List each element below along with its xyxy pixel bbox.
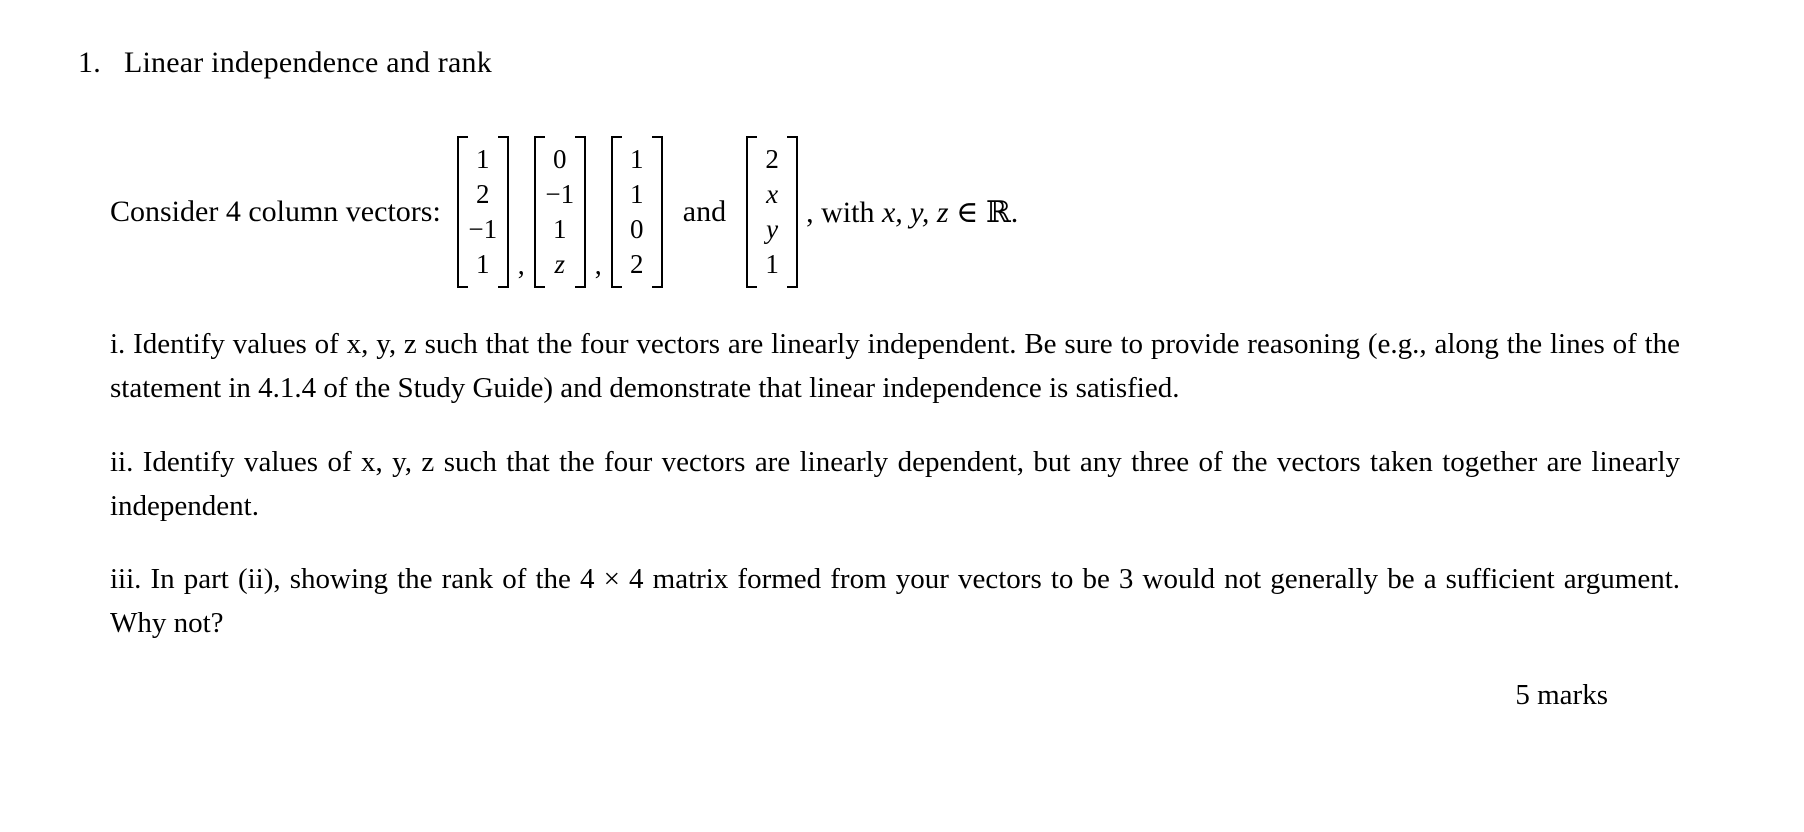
subpart-list: i. Identify values of x, y, z such that … <box>78 322 1704 644</box>
consider-lead-text: Consider 4 column vectors: <box>110 195 441 229</box>
vector-1-entry-2: 2 <box>476 179 490 210</box>
question-number: 1. <box>78 46 101 79</box>
vector-list: 1 2 −1 1 , 0 −1 1 z , 1 1 0 2 and 2 x y … <box>455 136 1018 289</box>
vector-3-entry-4: 2 <box>630 249 644 280</box>
question-title: Linear independence and rank <box>124 46 492 79</box>
tail-membership-symbol: ∈ <box>948 195 986 229</box>
vector-4: 2 x y 1 <box>746 136 799 289</box>
document-page: 1. Linear independence and rank Consider… <box>0 0 1804 832</box>
subpart-i: i. Identify values of x, y, z such that … <box>110 328 1680 405</box>
question-heading: 1. Linear independence and rank <box>78 46 1704 80</box>
vector-1-entry-1: 1 <box>476 144 490 174</box>
subpart-iii: iii. In part (ii), showing the rank of t… <box>110 562 1680 639</box>
vector-3-entry-1: 1 <box>630 144 644 174</box>
tail-with-text: , with <box>806 195 882 229</box>
vector-3: 1 1 0 2 <box>610 136 663 289</box>
vector-2-entry-3: 1 <box>553 214 567 245</box>
vector-conjunction: and <box>682 195 727 229</box>
vectors-display-line: Consider 4 column vectors: 1 2 −1 1 , 0 … <box>78 136 1704 289</box>
vector-4-entry-4: 1 <box>765 249 779 280</box>
vector-4-entry-1: 2 <box>765 144 779 174</box>
vector-1-entry-4: 1 <box>476 249 490 280</box>
vector-3-entry-2: 1 <box>630 179 644 210</box>
vector-4-entry-2: x <box>766 179 779 210</box>
vector-tail-clause: , with x, y, z ∈ ℝ. <box>800 195 1018 230</box>
subpart-ii: ii. Identify values of x, y, z such that… <box>110 445 1680 522</box>
tail-variables: x, y, z <box>881 195 949 229</box>
vector-2-entry-2: −1 <box>545 179 575 210</box>
vector-separator-1: , <box>517 250 525 282</box>
tail-period: . <box>1010 195 1019 229</box>
vector-2-entry-4: z <box>554 249 566 280</box>
tail-real-set-symbol: ℝ <box>985 194 1011 230</box>
vector-2-entry-1: 0 <box>553 144 567 174</box>
vector-1-entry-3: −1 <box>468 214 498 245</box>
vector-4-entry-3: y <box>766 214 779 245</box>
vector-3-entry-3: 0 <box>630 214 644 245</box>
vector-1: 1 2 −1 1 <box>456 136 509 289</box>
vector-2: 0 −1 1 z <box>533 136 586 289</box>
vector-separator-2: , <box>594 250 602 282</box>
marks-label: 5 marks <box>1515 678 1608 711</box>
